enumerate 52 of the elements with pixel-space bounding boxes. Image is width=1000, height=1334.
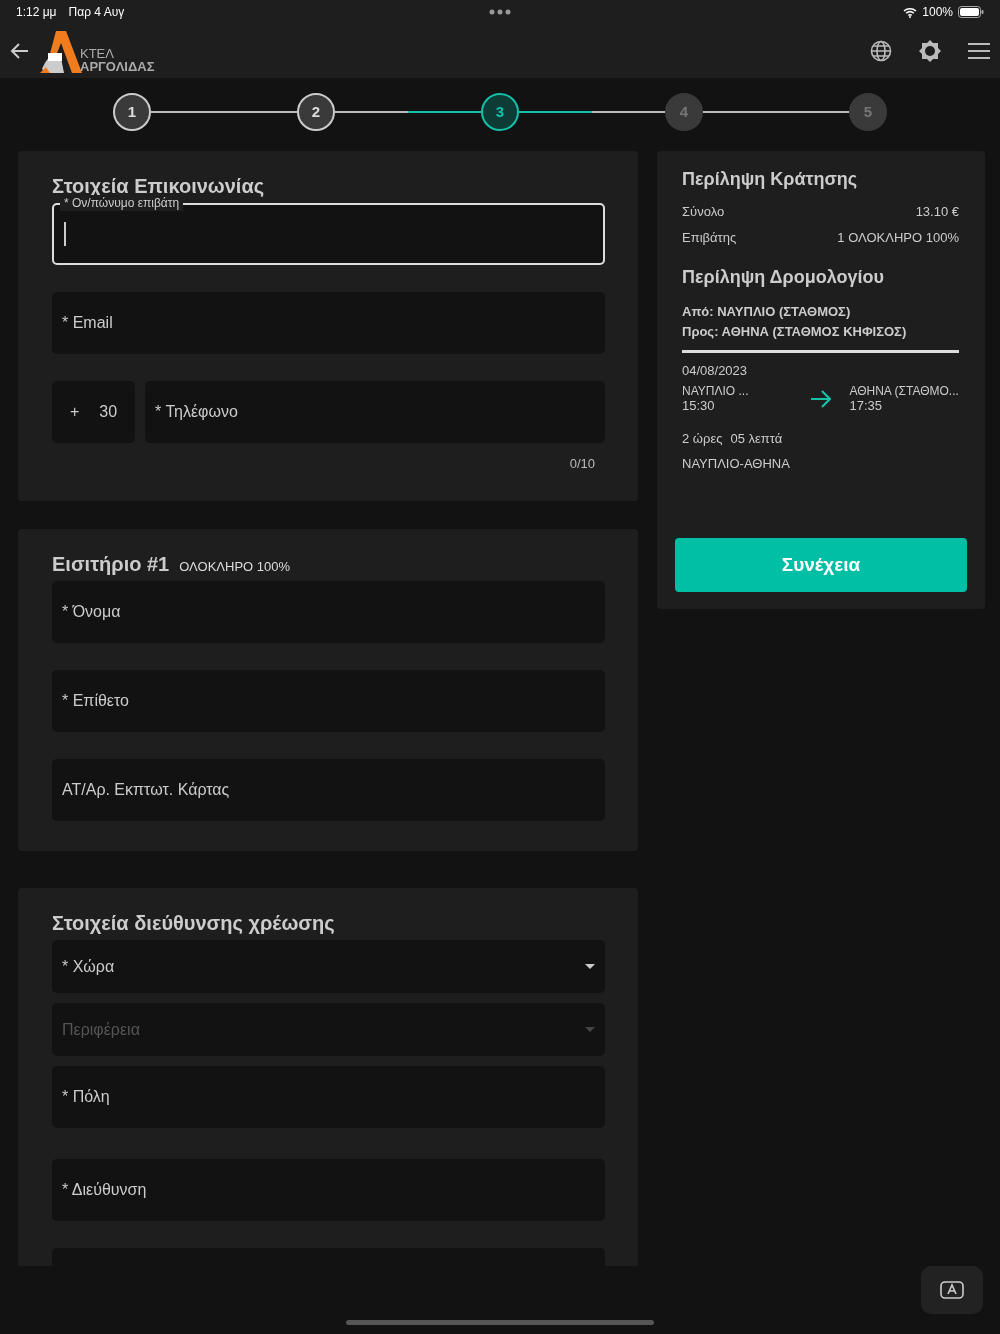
globe-icon[interactable] [870, 40, 892, 62]
caret-icon [585, 964, 595, 969]
ticket-type: ΟΛΟΚΛΗΡΟ 100% [179, 559, 291, 574]
country-code-field[interactable]: + 30 [52, 381, 135, 443]
summary-title: Περίληψη Κράτησης [682, 169, 859, 190]
route-from: Από: ΝΑΥΠΛΙΟ (ΣΤΑΘΜΟΣ) [682, 303, 852, 321]
date: Παρ 4 Αυγ [68, 5, 125, 19]
logo-top-text: ΚΤΕΛ [80, 47, 115, 60]
step-circle: 4 [665, 92, 703, 131]
logo-bottom-text: ΑΡΓΟΛΙΔΑΣ [80, 60, 155, 73]
section-title: Εισιτήριο #1 [52, 553, 170, 576]
input-field[interactable]: * Πόλη [52, 1066, 605, 1128]
route-to: Προς: ΑΘΗΝΑ (ΣΤΑΘΜΟΣ ΚΗΦΙΣΟΣ) [682, 323, 908, 341]
character-counter: 0/10 [568, 456, 596, 471]
keyboard-button[interactable] [921, 1266, 983, 1314]
section-title: Στοιχεία διεύθυνσης χρέωσης [52, 912, 335, 935]
back-arrow-icon[interactable] [10, 42, 30, 60]
duration-hours: 2 ώρες [682, 431, 723, 446]
trip-date: 04/08/2023 [682, 363, 749, 378]
input-field[interactable]: * Όνομα [52, 581, 605, 643]
caret-icon [585, 1027, 595, 1032]
select-field[interactable]: * Χώρα [52, 940, 605, 993]
keyboard-a-icon [940, 1281, 964, 1299]
summary-value: 1 ΟΛΟΚΛΗΡΟ 100% [837, 230, 959, 245]
arrow-right-icon [809, 389, 832, 408]
clock: 1:12 μμ [16, 5, 57, 19]
route-line: ΝΑΥΠΛΙΟ-ΑΘΗΝΑ [682, 456, 791, 471]
menu-icon[interactable] [968, 42, 990, 60]
input-field[interactable]: * Email [52, 292, 605, 354]
route-title: Περίληψη Δρομολογίου [682, 267, 885, 288]
departure-place: ΝΑΥΠΛΙΟ ... [682, 384, 750, 398]
step-circle: 5 [849, 92, 887, 131]
arrival-place: ΑΘΗΝΑ (ΣΤΑΘΜΟ... [849, 384, 959, 398]
input-field[interactable]: * Επίθετο [52, 670, 605, 732]
input-field[interactable]: * Διεύθυνση [52, 1159, 605, 1221]
input-field[interactable]: ΑΤ/Αρ. Εκπτωτ. Κάρτας [52, 759, 605, 821]
arrival-time: 17:35 [849, 398, 883, 413]
phone-field[interactable]: * Τηλέφωνο [145, 381, 605, 443]
summary-label: Επιβάτης [682, 230, 737, 245]
summary-label: Σύνολο [682, 204, 725, 219]
brightness-icon[interactable] [918, 39, 942, 63]
step-circle: 3 [481, 92, 519, 131]
duration-minutes: 05 λεπτά [730, 431, 783, 446]
battery-percent: 100% [922, 5, 953, 19]
section-title: Στοιχεία Επικοινωνίας [52, 175, 265, 198]
step-circle: 1 [113, 92, 151, 131]
summary-value: 13.10 € [915, 204, 959, 219]
battery-icon [958, 6, 984, 18]
more-dots-icon [489, 9, 511, 15]
departure-time: 15:30 [682, 398, 716, 413]
step-circle: 2 [297, 92, 335, 131]
wifi-icon [903, 6, 918, 18]
